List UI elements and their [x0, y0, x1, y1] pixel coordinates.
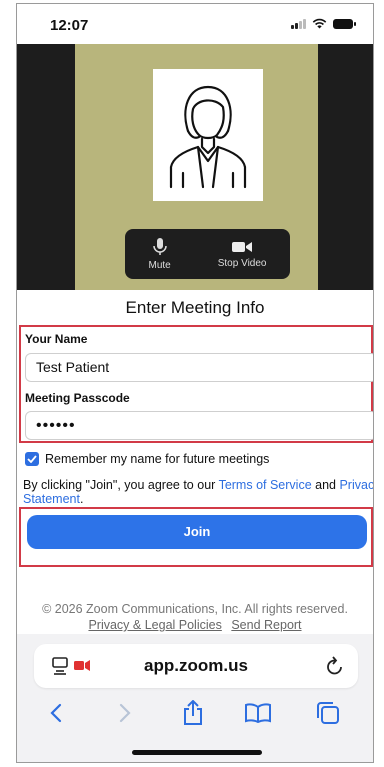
share-icon: [184, 700, 202, 725]
bookmarks-button[interactable]: [245, 700, 271, 726]
mute-label: Mute: [148, 259, 171, 271]
join-highlight: Join: [19, 507, 373, 567]
video-preview: Mute Stop Video: [17, 44, 373, 290]
forward-chevron-icon: [119, 703, 131, 723]
tabs-icon: [317, 702, 339, 724]
name-label: Your Name: [25, 332, 88, 346]
forward-button[interactable]: [112, 700, 138, 726]
page-title: Enter Meeting Info: [125, 298, 265, 317]
remember-label: Remember my name for future meetings: [45, 452, 270, 466]
microphone-icon: [152, 237, 167, 255]
back-button[interactable]: [43, 700, 69, 726]
cellular-signal-icon: [291, 18, 306, 29]
passcode-label: Meeting Passcode: [25, 391, 130, 405]
remember-name-row[interactable]: Remember my name for future meetings: [25, 452, 269, 466]
url-text: app.zoom.us: [144, 656, 248, 675]
back-chevron-icon: [50, 703, 62, 723]
remember-checkbox[interactable]: [25, 452, 39, 466]
passcode-input[interactable]: ••••••: [25, 411, 373, 440]
terms-link[interactable]: Terms of Service: [219, 478, 312, 492]
stop-video-button[interactable]: Stop Video: [217, 240, 267, 269]
person-avatar-icon: [169, 85, 247, 189]
agreement-prefix: By clicking "Join", you agree to our: [23, 478, 219, 492]
privacy-policies-link[interactable]: Privacy & Legal Policies: [88, 618, 221, 632]
wifi-icon: [312, 18, 327, 29]
video-controls: Mute Stop Video: [125, 229, 290, 279]
status-time: 12:07: [50, 17, 89, 34]
home-indicator: [132, 750, 262, 755]
meeting-info-fields: Your Name Test Patient Meeting Passcode …: [19, 325, 373, 443]
agreement-suffix: .: [79, 492, 84, 506]
agreement-text: By clicking "Join", you agree to our Ter…: [23, 478, 373, 506]
book-icon: [245, 703, 271, 723]
battery-icon: [333, 18, 356, 29]
checkmark-icon: [27, 455, 37, 463]
address-bar[interactable]: app.zoom.us: [34, 644, 358, 688]
copyright: © 2026 Zoom Communications, Inc. All rig…: [42, 602, 348, 616]
avatar: [153, 69, 263, 201]
name-input[interactable]: Test Patient: [25, 353, 373, 382]
agreement-and: and: [311, 478, 340, 492]
tabs-button[interactable]: [315, 700, 341, 726]
browser-nav: [17, 700, 373, 730]
status-bar: 12:07: [17, 4, 373, 44]
phone-screen: 12:07 Mute Stop Video Enter Meeting Info…: [16, 3, 374, 763]
reload-icon[interactable]: [326, 656, 344, 676]
join-button[interactable]: Join: [27, 515, 367, 549]
mute-button[interactable]: Mute: [148, 237, 171, 271]
stop-video-label: Stop Video: [217, 257, 267, 269]
share-button[interactable]: [180, 700, 206, 726]
video-camera-icon: [232, 241, 253, 252]
send-report-link[interactable]: Send Report: [231, 618, 301, 632]
browser-toolbar: app.zoom.us: [17, 634, 373, 762]
status-icons: [291, 18, 356, 29]
footer-links: Privacy & Legal Policies Send Report: [17, 618, 373, 632]
